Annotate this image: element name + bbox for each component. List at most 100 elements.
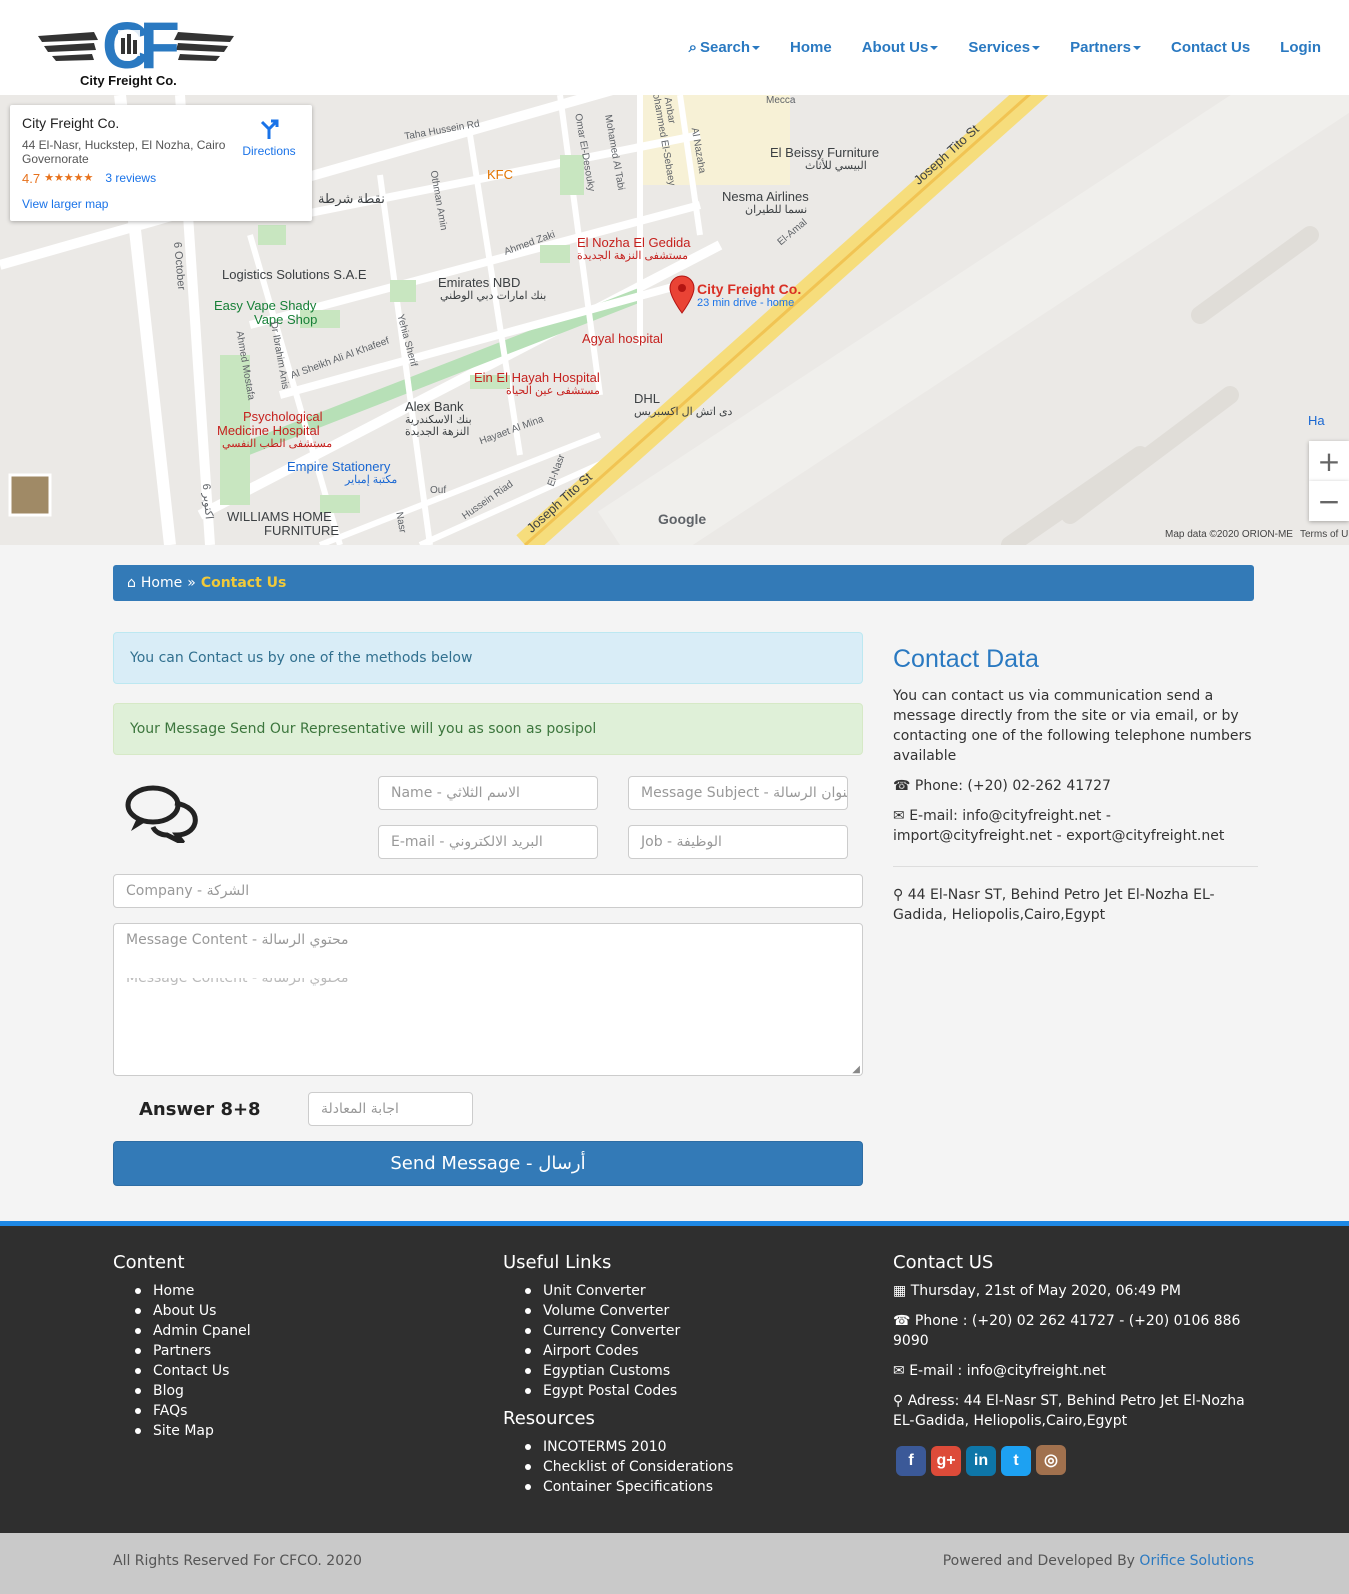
captcha-input[interactable]: اجابة المعادلة [308, 1092, 473, 1126]
caret-down-icon [1032, 45, 1041, 50]
zoom-out-button[interactable]: − [1309, 481, 1349, 521]
send-message-button[interactable]: Send Message - أرسال [113, 1141, 863, 1186]
footer-content-links: Home About Us Admin Cpanel Partners Contact … [135, 1281, 473, 1441]
footer-link[interactable]: Blog [135, 1381, 473, 1401]
google-plus-icon[interactable]: g+ [931, 1446, 961, 1476]
nav-label: About Us [861, 39, 929, 56]
minus-icon: − [1317, 484, 1341, 518]
footer-link[interactable]: Admin Cpanel [135, 1321, 473, 1341]
message-textarea[interactable]: Message Content - محتوي الرسالة Message … [113, 923, 863, 1076]
place-rating: 4.7 [22, 171, 41, 186]
map-label-emirates: Emirates NBD [438, 275, 521, 290]
caret-down-icon [1132, 45, 1141, 50]
map-label-nesma-ar: نسما للطيران [745, 204, 808, 216]
view-larger-map-link[interactable]: View larger map [22, 197, 108, 211]
directions-label: Directions [242, 144, 296, 158]
pin-title: City Freight Co. [697, 281, 802, 297]
map-label-empire: Empire Stationery [287, 459, 391, 474]
site-logo[interactable]: CF City Freight Co. [36, 8, 236, 90]
map-label-ouf: Ouf [430, 485, 447, 496]
footer-link[interactable]: Container Specifications [525, 1477, 863, 1497]
linkedin-icon[interactable]: in [966, 1446, 996, 1476]
footer-useful-links: Unit Converter Volume Converter Currency C… [525, 1281, 863, 1401]
home-icon: ⌂ [127, 575, 136, 591]
success-alert: Your Message Send Our Representative wil… [113, 703, 863, 755]
nav-search[interactable]: ⌕ Search [688, 39, 761, 56]
map-label-ha: Ha [1308, 413, 1325, 428]
nav-about-us[interactable]: About Us [862, 39, 939, 56]
developer-link[interactable]: Orifice Solutions [1139, 1553, 1254, 1569]
footer-link[interactable]: Airport Codes [525, 1341, 863, 1361]
footer-phone: Phone : (+20) 02 262 41727 - (+20) 0106 … [893, 1313, 1241, 1349]
footer-link[interactable]: Site Map [135, 1421, 473, 1441]
email-input[interactable]: E-mail - البريد الالكتروني [378, 825, 598, 859]
facebook-icon[interactable]: f [896, 1446, 926, 1476]
footer-link[interactable]: Egyptian Customs [525, 1361, 863, 1381]
map-label-williams: WILLIAMS HOME [227, 509, 332, 524]
nav-label: Partners [1070, 39, 1131, 56]
search-icon: ⌕ [688, 39, 697, 56]
footer-link[interactable]: Home [135, 1281, 473, 1301]
footer-link[interactable]: Egypt Postal Codes [525, 1381, 863, 1401]
google-map[interactable]: City Freight Co. 44 El-Nasr, Huckstep, E… [0, 95, 1349, 545]
nav-partners[interactable]: Partners [1070, 39, 1141, 56]
footer-useful-title: Useful Links [503, 1252, 612, 1273]
nav-contact-us[interactable]: Contact Us [1171, 39, 1250, 56]
twitter-icon[interactable]: t [1001, 1446, 1031, 1476]
map-label-logistics: Logistics Solutions S.A.E [222, 267, 367, 282]
map-label-nozha: El Nozha El Gedida [577, 235, 691, 250]
nav-login[interactable]: Login [1280, 39, 1321, 56]
footer-link[interactable]: Volume Converter [525, 1301, 863, 1321]
footer-link[interactable]: Unit Converter [525, 1281, 863, 1301]
footer-contact-title: Contact US [893, 1252, 994, 1273]
map-terms-link[interactable]: Terms of U [1300, 529, 1348, 540]
company-input[interactable]: Company - الشركة [113, 874, 863, 908]
directions-button[interactable]: Directions [234, 117, 304, 158]
footer-link[interactable]: INCOTERMS 2010 [525, 1437, 863, 1457]
map-label-mecca: Mecca [766, 95, 796, 106]
site-header: CF City Freight Co. ⌕Search Home About Us S… [0, 0, 1349, 95]
calendar-icon: ▦ [893, 1283, 911, 1299]
envelope-icon: ✉ [893, 808, 910, 824]
job-input[interactable]: Job - الوظيفة [628, 825, 848, 859]
divider [893, 866, 1258, 867]
footer-content-title: Content [113, 1252, 185, 1273]
reviews-link[interactable]: 3 reviews [105, 171, 156, 186]
map-label-nozha-ar: مستشفى النزهة الجديدة [577, 250, 689, 262]
zoom-in-button[interactable]: + [1309, 441, 1349, 481]
instagram-icon[interactable]: ◎ [1036, 1445, 1066, 1475]
map-marker-icon: ⚲ [893, 887, 908, 903]
contact-intro: You can contact us via communication sen… [893, 688, 1252, 764]
map-label-einelhayah: Ein El Hayah Hospital [474, 370, 600, 385]
footer-link[interactable]: Checklist of Considerations [525, 1457, 863, 1477]
resize-handle-icon[interactable]: ◢ [852, 1064, 860, 1075]
location-pin-icon[interactable] [668, 275, 696, 315]
footer-link[interactable]: Partners [135, 1341, 473, 1361]
name-input[interactable]: Name - الاسم الثلاثي [378, 776, 598, 810]
place-title: City Freight Co. [22, 115, 120, 131]
map-label-psych2: Medicine Hospital [217, 423, 320, 438]
footer-link[interactable]: Contact Us [135, 1361, 473, 1381]
caret-down-icon [930, 45, 939, 50]
map-label-vape2: Vape Shop [254, 312, 318, 327]
plus-icon: + [1317, 444, 1341, 478]
breadcrumb-current: Contact Us [200, 575, 287, 591]
breadcrumb-home-link[interactable]: Home [141, 575, 182, 591]
subject-input[interactable]: Message Subject - عنوان الرسالة [628, 776, 848, 810]
map-label-psych: Psychological [243, 409, 323, 424]
map-label-nesma: Nesma Airlines [722, 189, 809, 204]
info-alert: You can Contact us by one of the methods… [113, 632, 863, 684]
nav-services[interactable]: Services [968, 39, 1041, 56]
breadcrumb: ⌂ Home » Contact Us [113, 565, 1254, 601]
copyright-bar: All Rights Reserved For CFCO. 2020 Power… [0, 1533, 1349, 1594]
map-label-beissy: El Beissy Furniture [770, 145, 880, 160]
footer-link[interactable]: About Us [135, 1301, 473, 1321]
pin-subtitle: 23 min drive - home [697, 297, 795, 309]
footer-link[interactable]: Currency Converter [525, 1321, 863, 1341]
logo-text: City Freight Co. [80, 73, 177, 88]
map-label-beissy-ar: البيسي للأثاث [805, 160, 867, 172]
nav-home[interactable]: Home [790, 39, 832, 56]
phone-icon: ☎ [893, 1313, 915, 1329]
map-label-empire-ar: مكتبة إمباير [345, 474, 398, 486]
footer-link[interactable]: FAQs [135, 1401, 473, 1421]
